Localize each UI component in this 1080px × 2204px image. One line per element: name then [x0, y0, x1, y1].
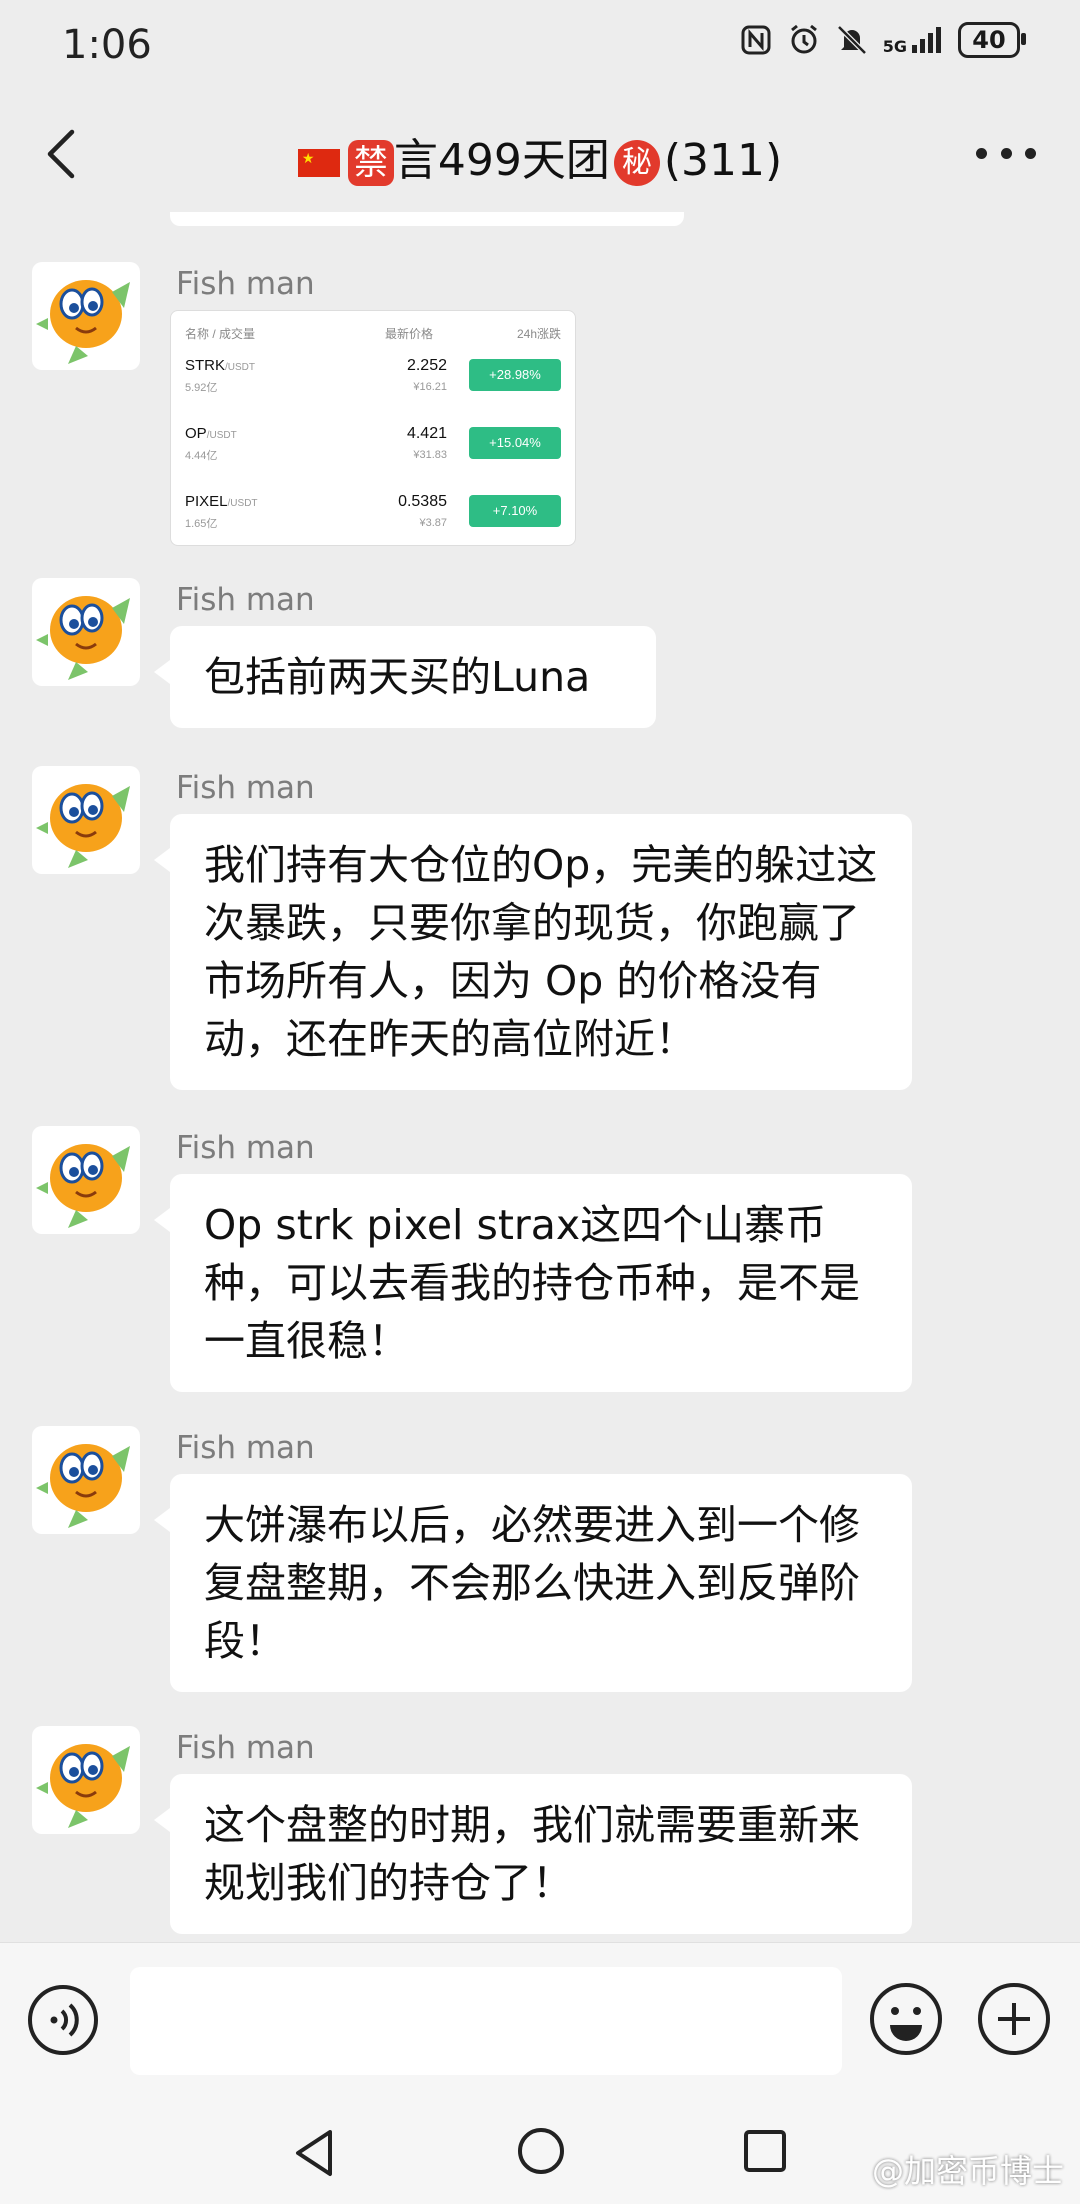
- message-bubble[interactable]: 大饼瀑布以后，必然要进入到一个修复盘整期，不会那么快进入到反弹阶段！: [154, 1474, 912, 1692]
- fish-avatar-icon: [36, 1744, 130, 1828]
- market-screenshot-image[interactable]: 名称 / 成交量 最新价格 24h涨跌 STRK/USDT 5.92亿 2.25…: [170, 310, 576, 546]
- card-symbol: STRK/USDT: [185, 357, 256, 374]
- voice-icon[interactable]: [26, 1983, 100, 2057]
- message-bubble[interactable]: 这个盘整的时期，我们就需要重新来规划我们的持仓了！: [154, 1774, 912, 1934]
- sender-name: Fish man: [176, 582, 315, 618]
- avatar[interactable]: [32, 1726, 140, 1834]
- message-bubble[interactable]: 我们持有大仓位的Op，完美的躲过这次暴跌，只要你拿的现货，你跑赢了市场所有人，因…: [154, 814, 912, 1090]
- network-indicator: 5G: [883, 25, 944, 55]
- nfc-icon: [741, 25, 771, 55]
- card-symbol: PIXEL/USDT: [185, 493, 258, 510]
- previous-message-bubble: [170, 212, 684, 226]
- card-col-name: 名称 / 成交量: [185, 327, 256, 341]
- message-input[interactable]: [130, 1967, 842, 2075]
- card-price: 4.421: [406, 425, 447, 442]
- card-volume: 5.92亿: [185, 382, 218, 394]
- card-cny: ¥31.83: [413, 449, 447, 461]
- sender-name: Fish man: [176, 770, 315, 806]
- member-count: (311): [663, 135, 783, 186]
- avatar[interactable]: [32, 1426, 140, 1534]
- network-type: 5G: [882, 37, 907, 56]
- card-row: OP/USDT 4.44亿 4.421 ¥31.83 +15.04%: [171, 425, 575, 485]
- fish-avatar-icon: [36, 596, 130, 680]
- card-col-price: 最新价格: [385, 327, 434, 341]
- nav-back-icon[interactable]: [290, 2126, 340, 2180]
- avatar[interactable]: [32, 262, 140, 370]
- emoji-icon[interactable]: [868, 1981, 944, 2057]
- sender-name: Fish man: [176, 1730, 315, 1766]
- sender-name: Fish man: [176, 1430, 315, 1466]
- fish-avatar-icon: [36, 1444, 130, 1528]
- avatar[interactable]: [32, 1126, 140, 1234]
- sender-name: Fish man: [176, 266, 315, 302]
- message-bubble[interactable]: 包括前两天买的Luna: [154, 626, 656, 728]
- card-price: 2.252: [406, 357, 447, 374]
- title-badge-secret: 秘: [613, 140, 660, 186]
- chat-header: 禁言499天团秘(311): [0, 90, 1080, 220]
- watermark-text: @加密币博士: [871, 2152, 1064, 2190]
- card-volume: 4.44亿: [185, 450, 218, 462]
- card-row: STRK/USDT 5.92亿 2.252 ¥16.21 +28.98%: [171, 357, 575, 417]
- more-dots-icon[interactable]: [976, 148, 1036, 164]
- avatar[interactable]: [32, 766, 140, 874]
- mute-bell-icon: [836, 25, 867, 55]
- china-flag-icon: [297, 149, 340, 177]
- battery-indicator: 40: [958, 22, 1026, 58]
- page-title: 禁言499天团秘(311): [0, 124, 1080, 188]
- alarm-icon: [790, 24, 817, 54]
- card-col-change: 24h涨跌: [516, 327, 561, 341]
- card-cny: ¥16.21: [413, 381, 447, 393]
- title-badge-ban: 禁: [347, 140, 394, 186]
- fish-avatar-icon: [36, 280, 130, 364]
- status-icons: 5G 40: [739, 22, 1026, 58]
- system-nav-bar: @加密币博士: [0, 2102, 1080, 2204]
- card-change-badge: +15.04%: [469, 427, 561, 459]
- title-text: 言499天团: [393, 135, 610, 186]
- fish-avatar-icon: [36, 784, 130, 868]
- fish-avatar-icon: [36, 1144, 130, 1228]
- plus-icon[interactable]: [976, 1981, 1052, 2057]
- message-bubble[interactable]: Op strk pixel strax这四个山寨币种，可以去看我的持仓币种，是不…: [154, 1174, 912, 1392]
- card-row: PIXEL/USDT 1.65亿 0.5385 ¥3.87 +7.10%: [171, 493, 575, 553]
- card-symbol: OP/USDT: [185, 425, 237, 442]
- nav-recent-icon[interactable]: [742, 2128, 788, 2174]
- sender-name: Fish man: [176, 1130, 315, 1166]
- card-change-badge: +28.98%: [469, 359, 561, 391]
- card-cny: ¥3.87: [419, 517, 447, 529]
- card-change-badge: +7.10%: [469, 495, 561, 527]
- card-volume: 1.65亿: [185, 518, 218, 530]
- status-bar: 1:06 5G 40: [0, 0, 1080, 90]
- status-time: 1:06: [62, 22, 152, 68]
- signal-icon: [912, 27, 941, 53]
- nav-home-icon[interactable]: [516, 2126, 566, 2176]
- card-price: 0.5385: [398, 493, 447, 510]
- input-bar: [0, 1942, 1080, 2103]
- avatar[interactable]: [32, 578, 140, 686]
